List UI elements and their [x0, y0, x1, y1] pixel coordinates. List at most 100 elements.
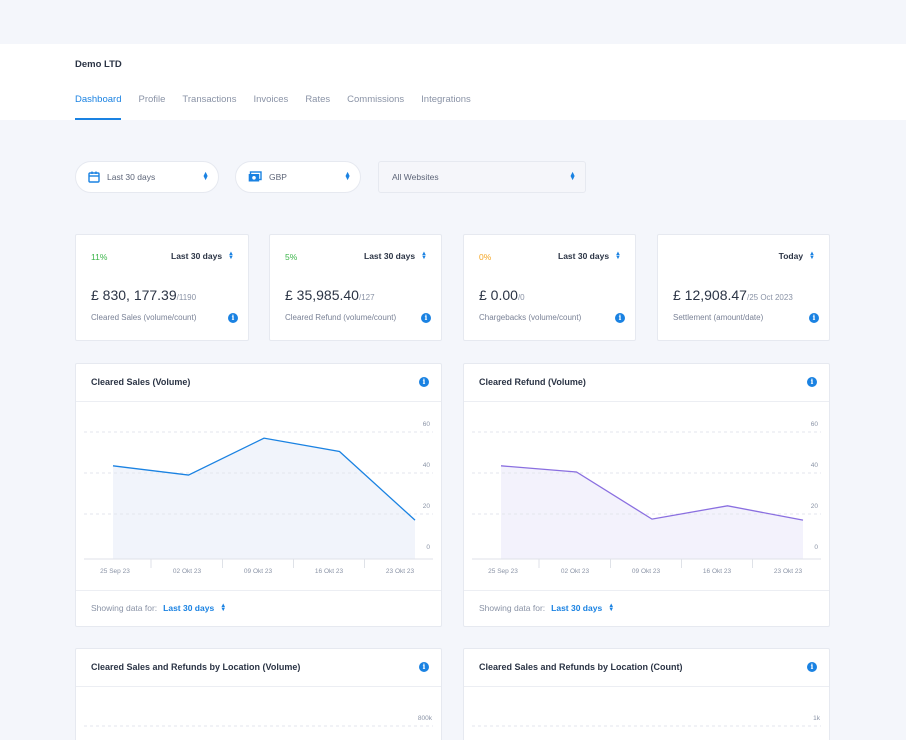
line-chart-cleared-sales: 60 40 20 0 25 Sep 23 02 Okt 23 09 Okt 23 16 Okt… [84, 421, 433, 575]
company-name: Demo LTD [75, 59, 122, 70]
footer-period-select[interactable]: Last 30 days ▲ ▼ [551, 603, 614, 613]
y-tick-label: 0 [814, 544, 818, 551]
location-chart-volume: 800k [84, 715, 433, 727]
chart-card-cleared-refund: Cleared Refund (Volume) i 60 40 20 0 25 Sep … [463, 363, 830, 627]
stat-period-label: Last 30 days [558, 251, 610, 261]
x-tick-label: 16 Okt 23 [703, 568, 732, 575]
location-chart-count: 1k [472, 715, 821, 727]
money-icon [248, 171, 262, 183]
stat-period-select[interactable]: Last 30 days ▲ ▼ [364, 251, 427, 261]
x-tick-label: 02 Okt 23 [561, 568, 590, 575]
chart-card-location-count: Cleared Sales and Refunds by Location (C… [463, 648, 830, 740]
y-tick-label: 0 [426, 544, 430, 551]
chart-title: Cleared Sales and Refunds by Location (V… [91, 662, 301, 672]
y-tick-label: 1k [813, 715, 821, 722]
stat-period-label: Last 30 days [171, 251, 223, 261]
currency-select-label: GBP [269, 172, 287, 182]
stat-period-label: Today [778, 251, 804, 261]
period-select-label: Last 30 days [107, 172, 156, 182]
stat-percent: 5% [285, 252, 298, 262]
area-fill [501, 465, 803, 559]
info-icon[interactable]: i [419, 377, 429, 387]
y-tick-label: 20 [811, 503, 819, 510]
stat-percent: 0% [479, 252, 492, 262]
currency-select[interactable]: GBP ▲ ▼ [235, 161, 361, 193]
stat-percent: 11% [91, 252, 108, 262]
stat-description: Cleared Refund (volume/count) [285, 313, 397, 322]
y-tick-label: 60 [423, 421, 431, 428]
footer-period-select[interactable]: Last 30 days ▲ ▼ [163, 603, 226, 613]
x-tick-label: 25 Sep 23 [100, 568, 130, 575]
stat-card-cleared-refund: 5% Last 30 days ▲ ▼ £ 35,985.40/127 Cleare… [269, 234, 442, 341]
sort-caret-icon: ▲ ▼ [202, 171, 209, 182]
tab-commissions[interactable]: Commissions [347, 94, 404, 120]
y-tick-label: 60 [811, 421, 819, 428]
tab-profile[interactable]: Profile [138, 94, 165, 120]
sort-caret-icon: ▲ ▼ [615, 251, 621, 261]
stat-description: Settlement (amount/date) [673, 313, 764, 322]
stat-card-chargebacks: 0% Last 30 days ▲ ▼ £ 0.00/0 Chargebacks (… [463, 234, 636, 341]
chart-title: Cleared Sales and Refunds by Location (C… [479, 662, 683, 672]
stat-value: £ 35,985.40/127 [285, 287, 375, 303]
stat-period-select[interactable]: Today ▲ ▼ [779, 251, 815, 261]
tab-dashboard[interactable]: Dashboard [75, 94, 122, 120]
tab-transactions[interactable]: Transactions [182, 94, 236, 120]
chart-title: Cleared Sales (Volume) [91, 377, 191, 387]
top-header: Demo LTD Dashboard Profile Transactions … [0, 44, 906, 120]
stat-card-settlement: Today ▲ ▼ £ 12,908.47/25 Oct 2023 Settleme… [657, 234, 830, 341]
stat-period-label: Last 30 days [364, 251, 416, 261]
footer-label: Showing data for: [479, 603, 546, 613]
chart-title: Cleared Refund (Volume) [479, 377, 586, 387]
chart-footer: Showing data for: Last 30 days ▲ ▼ [479, 603, 614, 613]
website-select[interactable]: All Websites ▲ ▼ [378, 161, 586, 193]
area-fill [113, 438, 415, 559]
stat-value: £ 0.00/0 [479, 287, 525, 303]
info-icon[interactable]: i [615, 313, 625, 323]
stat-description: Chargebacks (volume/count) [479, 313, 582, 322]
stat-amount: £ 830, 177.39 [91, 287, 177, 303]
website-select-label: All Websites [392, 172, 439, 182]
chart-card-location-volume: Cleared Sales and Refunds by Location (V… [75, 648, 442, 740]
stat-count: /127 [358, 293, 375, 302]
x-tick-label: 23 Okt 23 [386, 568, 415, 575]
period-select[interactable]: Last 30 days ▲ ▼ [75, 161, 219, 193]
footer-period-label: Last 30 days [163, 603, 215, 613]
footer-label: Showing data for: [91, 603, 158, 613]
divider [76, 590, 441, 591]
x-tick-label: 16 Okt 23 [315, 568, 344, 575]
y-tick-label: 800k [418, 715, 433, 722]
stat-value: £ 12,908.47/25 Oct 2023 [673, 287, 793, 303]
stat-count: /1190 [176, 293, 197, 302]
x-tick-label: 23 Okt 23 [774, 568, 803, 575]
stat-card-cleared-sales: 11% Last 30 days ▲ ▼ £ 830, 177.39/1190 Cl… [75, 234, 249, 341]
stat-period-select[interactable]: Last 30 days ▲ ▼ [558, 251, 621, 261]
y-tick-label: 40 [811, 462, 819, 469]
sort-caret-icon: ▲ ▼ [344, 171, 351, 182]
stat-amount: £ 12,908.47 [673, 287, 747, 303]
info-icon[interactable]: i [421, 313, 431, 323]
sort-caret-icon: ▲ ▼ [569, 171, 576, 182]
tab-integrations[interactable]: Integrations [421, 94, 471, 120]
x-tick-label: 09 Okt 23 [632, 568, 661, 575]
stat-period-select[interactable]: Last 30 days ▲ ▼ [171, 251, 234, 261]
info-icon[interactable]: i [809, 313, 819, 323]
chart-footer: Showing data for: Last 30 days ▲ ▼ [91, 603, 226, 613]
y-tick-label: 40 [423, 462, 431, 469]
info-icon[interactable]: i [807, 377, 817, 387]
stat-date: /25 Oct 2023 [746, 293, 793, 302]
calendar-icon [88, 171, 100, 183]
x-tick-label: 02 Okt 23 [173, 568, 202, 575]
info-icon[interactable]: i [807, 662, 817, 672]
y-tick-label: 20 [423, 503, 431, 510]
tab-invoices[interactable]: Invoices [253, 94, 288, 120]
footer-period-label: Last 30 days [551, 603, 603, 613]
chart-card-cleared-sales: Cleared Sales (Volume) i 60 40 20 0 25 Sep 2… [75, 363, 442, 627]
stat-count: /0 [517, 293, 525, 302]
stat-amount: £ 35,985.40 [285, 287, 359, 303]
stat-description: Cleared Sales (volume/count) [91, 313, 197, 322]
divider [464, 590, 829, 591]
sort-caret-icon: ▲ ▼ [809, 251, 815, 261]
info-icon[interactable]: i [419, 662, 429, 672]
tab-rates[interactable]: Rates [305, 94, 330, 120]
info-icon[interactable]: i [228, 313, 238, 323]
